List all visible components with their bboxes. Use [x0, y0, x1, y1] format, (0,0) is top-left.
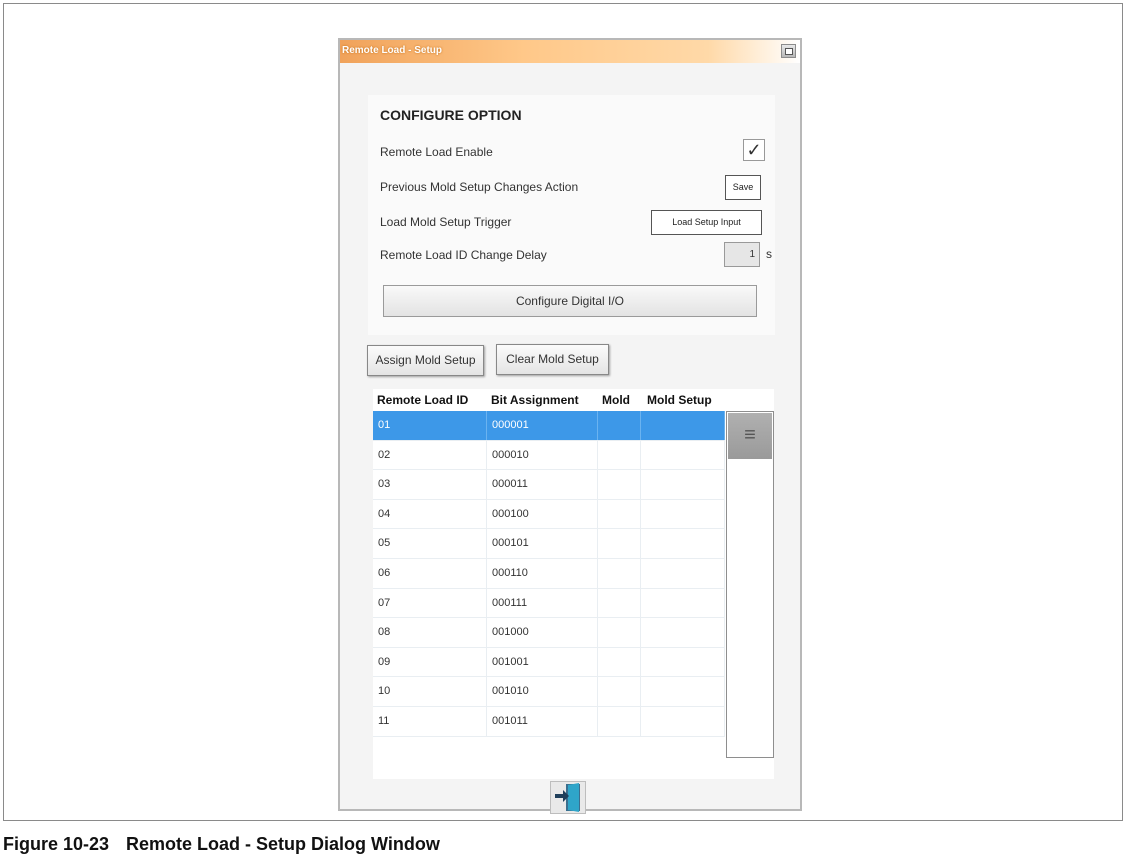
cell-bits: 001010 [487, 677, 598, 706]
table-row[interactable]: 07 000111 [373, 588, 725, 619]
grip-lines-icon: ≡ [744, 424, 756, 446]
cell-bits: 000001 [487, 411, 598, 440]
cell-mold [598, 588, 641, 618]
cell-mold [598, 470, 641, 499]
cell-mold [598, 499, 641, 529]
cell-mold [598, 677, 641, 706]
cell-id: 06 [373, 558, 487, 588]
cell-id: 04 [373, 499, 487, 529]
cell-setup [641, 558, 725, 588]
cell-mold [598, 706, 641, 736]
table-row[interactable]: 01 000001 [373, 411, 725, 441]
cell-id: 01 [373, 411, 487, 440]
section-heading: CONFIGURE OPTION [380, 107, 522, 123]
cell-id: 03 [373, 470, 487, 499]
cell-bits: 001000 [487, 618, 598, 647]
cell-bits: 000111 [487, 588, 598, 618]
table-row[interactable]: 11 001011 [373, 706, 725, 737]
load-setup-trigger-field[interactable]: Load Setup Input [651, 210, 762, 235]
checkmark-icon: ✓ [746, 140, 762, 160]
table-row[interactable]: 05 000101 [373, 529, 725, 559]
cell-setup [641, 499, 725, 529]
table-body: 01 000001 02 000010 03 000011 04 000100 … [373, 411, 725, 737]
trigger-label: Load Mold Setup Trigger [380, 215, 512, 229]
previous-changes-label: Previous Mold Setup Changes Action [380, 180, 579, 194]
header-bit-assignment: Bit Assignment [491, 393, 579, 407]
cell-bits: 000100 [487, 499, 598, 529]
header-mold: Mold [602, 393, 630, 407]
configure-option-panel: CONFIGURE OPTION Remote Load Enable ✓ Pr… [368, 95, 775, 335]
cell-bits: 001001 [487, 647, 598, 677]
table-scrollbar[interactable]: ≡ [726, 411, 774, 758]
header-mold-setup: Mold Setup [647, 393, 712, 407]
cell-bits: 000110 [487, 558, 598, 588]
window-title: Remote Load - Setup [342, 45, 443, 56]
exit-door-icon[interactable] [550, 781, 586, 814]
cell-setup [641, 588, 725, 618]
cell-id: 09 [373, 647, 487, 677]
cell-mold [598, 558, 641, 588]
remote-load-table: Remote Load ID Bit Assignment Mold Mold … [373, 389, 774, 779]
figure-caption: Figure 10-23 Remote Load - Setup Dialog W… [3, 834, 440, 855]
cell-setup [641, 706, 725, 736]
table-header: Remote Load ID Bit Assignment Mold Mold … [373, 389, 774, 411]
cell-setup [641, 618, 725, 647]
cell-setup [641, 440, 725, 470]
cell-mold [598, 411, 641, 440]
cell-id: 07 [373, 588, 487, 618]
clear-mold-setup-button[interactable]: Clear Mold Setup [496, 344, 609, 375]
configure-digital-io-button[interactable]: Configure Digital I/O [383, 285, 757, 317]
cell-bits: 000101 [487, 529, 598, 558]
cell-mold [598, 440, 641, 470]
cell-id: 08 [373, 618, 487, 647]
table-row[interactable]: 09 001001 [373, 647, 725, 678]
remote-load-setup-dialog: Remote Load - Setup CONFIGURE OPTION Rem… [338, 38, 802, 814]
table-row[interactable]: 06 000110 [373, 558, 725, 589]
cell-id: 02 [373, 440, 487, 470]
cell-setup [641, 647, 725, 677]
cell-mold [598, 647, 641, 677]
assign-mold-setup-button[interactable]: Assign Mold Setup [367, 345, 484, 376]
remote-load-enable-label: Remote Load Enable [380, 145, 493, 159]
header-remote-load-id: Remote Load ID [377, 393, 469, 407]
cell-mold [598, 618, 641, 647]
change-delay-input[interactable]: 1 [724, 242, 760, 267]
delay-unit: s [766, 247, 772, 261]
table-row[interactable]: 04 000100 [373, 499, 725, 530]
title-bar[interactable]: Remote Load - Setup [340, 40, 800, 63]
cell-id: 05 [373, 529, 487, 558]
cell-setup [641, 470, 725, 499]
cell-bits: 000011 [487, 470, 598, 499]
figure-title: Remote Load - Setup Dialog Window [126, 834, 440, 854]
table-row[interactable]: 02 000010 [373, 440, 725, 471]
table-row[interactable]: 08 001000 [373, 618, 725, 648]
cell-bits: 000010 [487, 440, 598, 470]
table-row[interactable]: 10 001010 [373, 677, 725, 707]
previous-changes-action-field[interactable]: Save [725, 175, 761, 200]
cell-id: 11 [373, 706, 487, 736]
scrollbar-thumb[interactable]: ≡ [728, 413, 772, 459]
delay-label: Remote Load ID Change Delay [380, 248, 547, 262]
cell-setup [641, 411, 725, 440]
cell-mold [598, 529, 641, 558]
figure-frame: Remote Load - Setup CONFIGURE OPTION Rem… [3, 3, 1123, 821]
remote-load-enable-checkbox[interactable]: ✓ [743, 139, 765, 161]
cell-setup [641, 529, 725, 558]
cell-setup [641, 677, 725, 706]
cell-id: 10 [373, 677, 487, 706]
cell-bits: 001011 [487, 706, 598, 736]
table-row[interactable]: 03 000011 [373, 470, 725, 500]
figure-number: Figure 10-23 [3, 834, 110, 854]
restore-window-icon[interactable] [781, 44, 796, 58]
